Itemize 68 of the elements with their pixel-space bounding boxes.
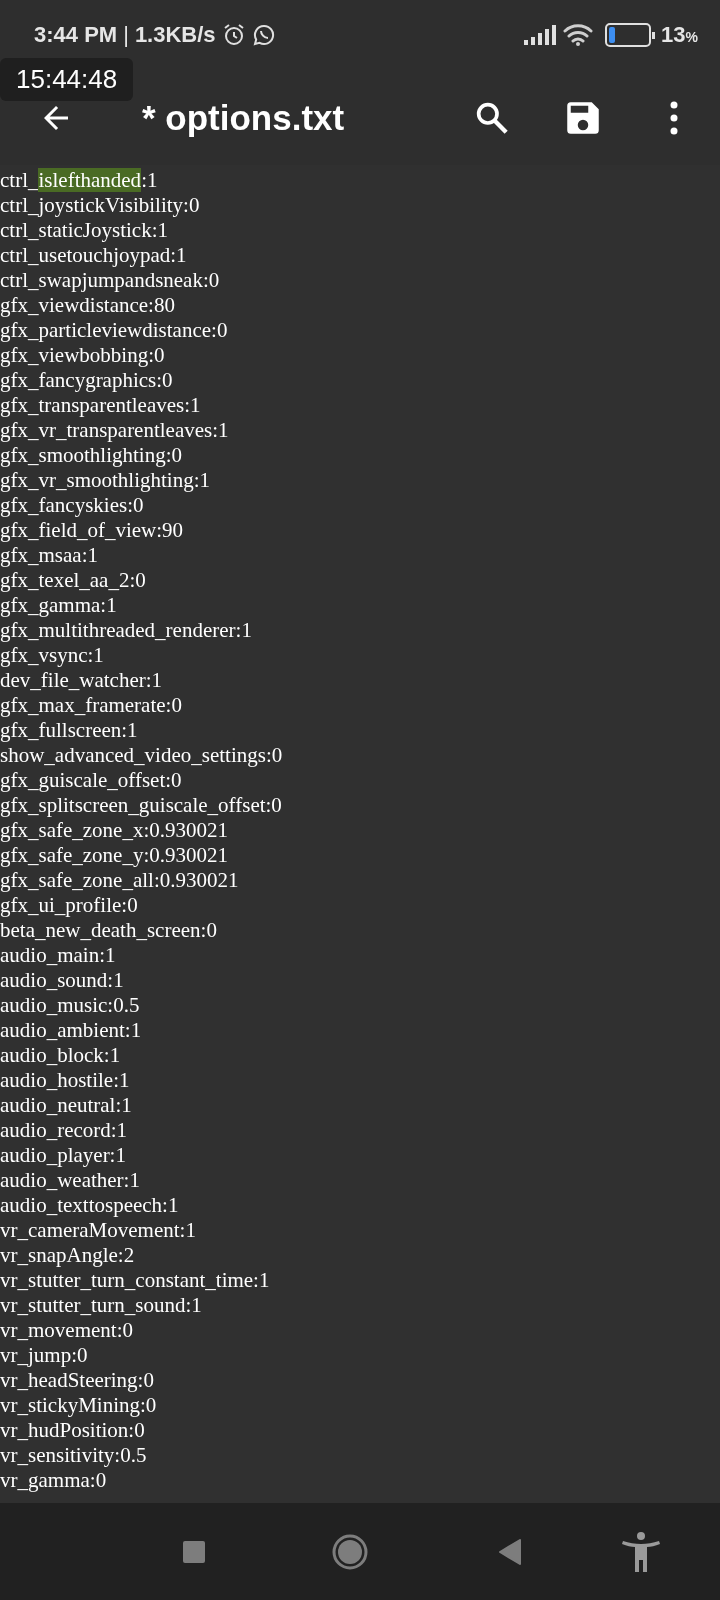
text-line: audio_player:1 — [0, 1143, 126, 1168]
text-line: gfx_multithreaded_renderer:1 — [0, 618, 252, 643]
back-icon[interactable] — [498, 1538, 522, 1565]
status-separator: | — [123, 22, 129, 48]
text-line: audio_weather:1 — [0, 1168, 140, 1193]
network-speed: 1.3KB/s — [134, 22, 216, 48]
text-line: gfx_msaa:1 — [0, 543, 98, 568]
text-line: ctrl_usetouchjoypad:1 — [0, 243, 187, 268]
text-line: gfx_splitscreen_guiscale_offset:0 — [0, 793, 282, 818]
text-line: audio_neutral:1 — [0, 1093, 132, 1118]
text-line: gfx_ui_profile:0 — [0, 893, 138, 918]
text-line: audio_ambient:1 — [0, 1018, 142, 1043]
home-icon[interactable] — [332, 1533, 368, 1570]
text-line: gfx_fancygraphics:0 — [0, 368, 173, 393]
accessibility-icon[interactable] — [622, 1531, 660, 1572]
signal-icon — [523, 25, 558, 45]
chat-bubble-icon — [251, 23, 276, 47]
text-line: audio_sound:1 — [0, 968, 124, 993]
text-line: audio_record:1 — [0, 1118, 128, 1143]
text-line: vr_jump:0 — [0, 1343, 88, 1368]
text-line: beta_new_death_screen:0 — [0, 918, 217, 943]
text-line: vr_sensitivity:0.5 — [0, 1443, 147, 1468]
text-line: dev_file_watcher:1 — [0, 668, 163, 693]
time-toast: 15:44:48 — [0, 58, 134, 101]
text-line: vr_stutter_turn_sound:1 — [0, 1293, 202, 1318]
text-line: gfx_max_framerate:0 — [0, 693, 182, 718]
text-line: gfx_particleviewdistance:0 — [0, 318, 228, 343]
text-line: vr_stutter_turn_constant_time:1 — [0, 1268, 270, 1293]
status-time: 3:44 PM — [34, 22, 118, 48]
recent-apps-icon[interactable] — [182, 1539, 206, 1564]
text-line: audio_block:1 — [0, 1043, 121, 1068]
text-line: gfx_viewdistance:80 — [0, 293, 175, 318]
text-line: gfx_field_of_view:90 — [0, 518, 184, 543]
text-line: ctrl_staticJoystick:1 — [0, 218, 168, 243]
text-line: gfx_vsync:1 — [0, 643, 104, 668]
text-line: gfx_vr_transparentleaves:1 — [0, 418, 229, 443]
text-line: ctrl_swapjumpandsneak:0 — [0, 268, 220, 293]
text-line: audio_hostile:1 — [0, 1068, 130, 1093]
text-line: gfx_texel_aa_2:0 — [0, 568, 146, 593]
text-line: ctrl_islefthanded:1 — [0, 168, 158, 193]
text-line: vr_gamma:0 — [0, 1468, 107, 1493]
text-line: gfx_vr_smoothlighting:1 — [0, 468, 210, 493]
text-line: vr_headSteering:0 — [0, 1368, 154, 1393]
text-line: gfx_fancyskies:0 — [0, 493, 144, 518]
text-line: audio_main:1 — [0, 943, 116, 968]
text-line: vr_cameraMovement:1 — [0, 1218, 196, 1243]
text-line: audio_texttospeech:1 — [0, 1193, 179, 1218]
text-line: gfx_safe_zone_y:0.930021 — [0, 843, 229, 868]
text-line: gfx_gamma:1 — [0, 593, 117, 618]
text-line: vr_snapAngle:2 — [0, 1243, 135, 1268]
text-line: gfx_fullscreen:1 — [0, 718, 138, 743]
wifi-icon — [563, 23, 594, 47]
text-line: audio_music:0.5 — [0, 993, 140, 1018]
file-title: * options.txt — [142, 97, 345, 138]
more-options-icon[interactable] — [668, 99, 680, 136]
battery-percent: 13% — [661, 22, 698, 48]
text-line: gfx_safe_zone_all:0.930021 — [0, 868, 239, 893]
text-line: vr_movement:0 — [0, 1318, 133, 1343]
battery-icon — [605, 23, 656, 47]
text-line: gfx_guiscale_offset:0 — [0, 768, 182, 793]
text-line: vr_stickyMining:0 — [0, 1393, 157, 1418]
text-line: gfx_smoothlighting:0 — [0, 443, 182, 468]
text-line: gfx_viewbobbing:0 — [0, 343, 165, 368]
text-line: vr_hudPosition:0 — [0, 1418, 145, 1443]
text-line: show_advanced_video_settings:0 — [0, 743, 283, 768]
text-line: gfx_transparentleaves:1 — [0, 393, 201, 418]
text-line: ctrl_joystickVisibility:0 — [0, 193, 200, 218]
text-line: gfx_safe_zone_x:0.930021 — [0, 818, 229, 843]
